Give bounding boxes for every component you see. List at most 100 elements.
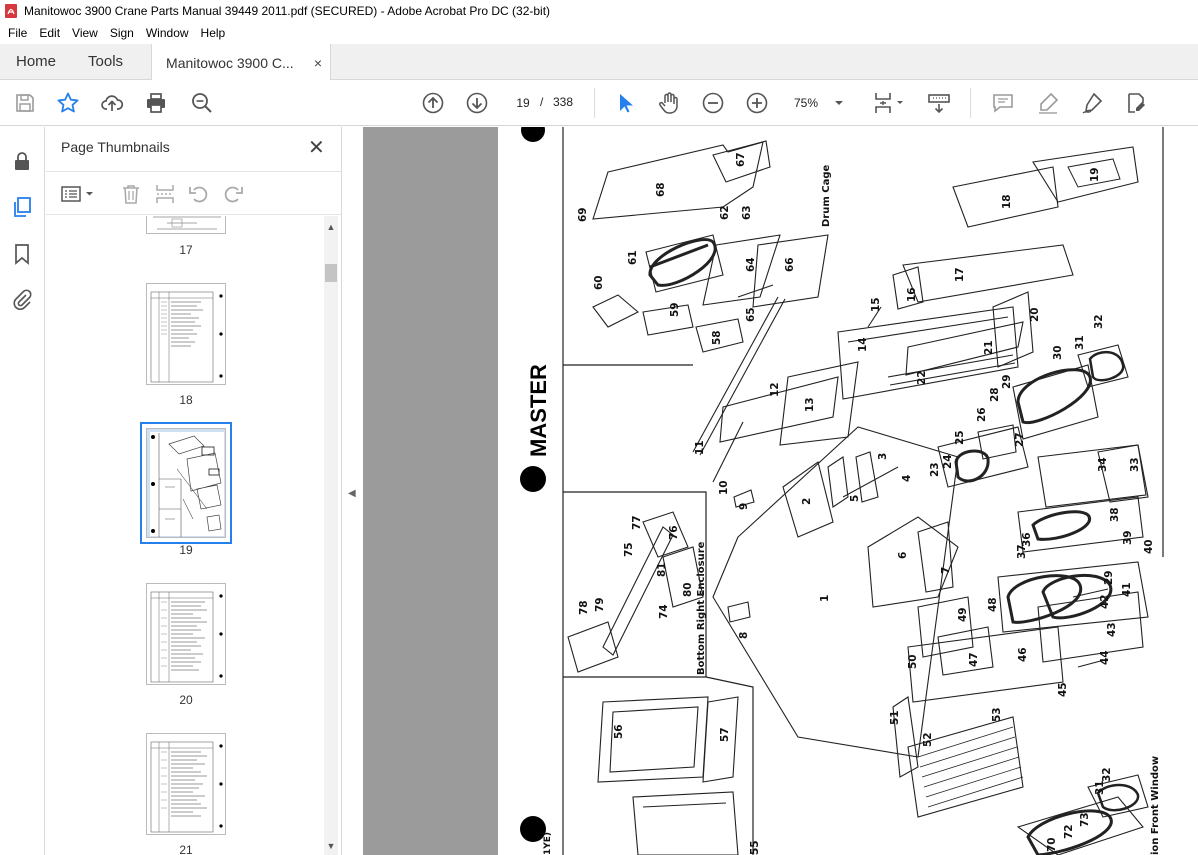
part-number-callout: 18	[1001, 194, 1013, 209]
part-number-callout: 3	[877, 453, 889, 460]
thumbnail-options-menu[interactable]	[60, 182, 96, 206]
part-number-callout: 28	[989, 387, 1001, 402]
thumbnail-toolbar	[46, 171, 342, 215]
part-number-callout: 30	[1052, 345, 1064, 360]
panel-title: Page Thumbnails	[61, 139, 170, 155]
part-number-callout: 43	[1106, 622, 1118, 637]
menu-edit[interactable]: Edit	[33, 26, 66, 40]
thumbnail-scrollbar[interactable]: ▲ ▼	[324, 216, 338, 855]
part-number-callout: 67	[735, 152, 747, 167]
part-number-callout: 52	[922, 732, 934, 747]
document-view[interactable]: MASTER Drum Cage Bottom Right Enclosure …	[363, 127, 1198, 855]
part-number-callout: 47	[968, 652, 980, 667]
part-number-callout: 68	[655, 182, 667, 197]
rotate-counterclockwise-icon[interactable]	[187, 182, 211, 206]
pdf-page: MASTER Drum Cage Bottom Right Enclosure …	[498, 127, 1198, 855]
part-number-callout: 50	[907, 654, 919, 669]
sign-pen-icon[interactable]	[1080, 91, 1104, 115]
hand-pan-icon[interactable]	[657, 91, 681, 115]
part-number-callout: 24	[942, 454, 954, 469]
left-navigation-rail	[0, 127, 45, 855]
toolbar-divider	[970, 88, 971, 118]
zoom-level-select[interactable]: 75%	[788, 92, 850, 114]
part-number-callout: 79	[594, 597, 606, 612]
part-number-callout: 63	[741, 205, 753, 220]
part-number-callout: 12	[769, 382, 781, 397]
page-thumbnail[interactable]	[146, 583, 226, 685]
tab-home[interactable]: Home	[0, 44, 72, 79]
menu-view[interactable]: View	[66, 26, 104, 40]
rotate-clockwise-icon[interactable]	[221, 182, 245, 206]
page-thumbnail-selected[interactable]	[140, 422, 232, 544]
delete-trash-icon[interactable]	[119, 182, 143, 206]
page-thumbnail[interactable]	[146, 733, 226, 835]
part-number-callout: 26	[976, 407, 988, 422]
thumbnail-label: 20	[179, 693, 193, 707]
part-number-callout: 44	[1099, 650, 1111, 665]
highlight-pen-icon[interactable]	[1036, 91, 1060, 115]
part-number-callout: 51	[889, 710, 901, 725]
part-number-callout: 34	[1097, 457, 1109, 472]
fill-sign-icon[interactable]	[1124, 91, 1148, 115]
page-total: 338	[553, 95, 574, 109]
insert-pages-icon[interactable]	[153, 182, 177, 206]
part-number-callout: 42	[1099, 594, 1111, 609]
scrollbar-thumb[interactable]	[325, 264, 337, 282]
page-thumbnail[interactable]	[146, 283, 226, 385]
part-number-callout: 76	[668, 525, 680, 540]
part-number-callout: 23	[929, 462, 941, 477]
menu-file[interactable]: File	[2, 26, 33, 40]
part-number-callout: 70	[1046, 837, 1058, 852]
menu-window[interactable]: Window	[140, 26, 195, 40]
part-number-callout: 40	[1143, 539, 1155, 554]
part-number-callout: 29	[1103, 570, 1115, 585]
part-number-callout: 75	[623, 542, 635, 557]
save-icon[interactable]	[13, 91, 37, 115]
part-number-callout: 13	[804, 397, 816, 412]
page-fit-icon[interactable]	[872, 91, 906, 115]
part-number-callout: 59	[669, 302, 681, 317]
panel-close-icon[interactable]: ✕	[308, 135, 325, 160]
menu-help[interactable]: Help	[195, 26, 232, 40]
page-number-input[interactable]	[508, 92, 538, 114]
lock-icon[interactable]	[10, 149, 34, 173]
toolbar-divider	[594, 88, 595, 118]
tab-bar: Home Tools Manitowoc 3900 C... ×	[0, 44, 1198, 81]
scroll-down-arrow[interactable]: ▼	[326, 841, 336, 851]
part-number-callout: 69	[577, 207, 589, 222]
section-label-drum-cage: Drum Cage	[821, 165, 832, 227]
part-number-callout: 57	[719, 727, 731, 742]
collapse-panel-arrow[interactable]: ◀	[348, 488, 356, 499]
thumbnail-label: 21	[179, 843, 193, 855]
zoom-in-icon[interactable]	[745, 91, 769, 115]
previous-page-icon[interactable]	[421, 91, 445, 115]
main-toolbar: / 338 75%	[0, 80, 1198, 126]
thumbnail-label: 19	[179, 543, 193, 557]
part-number-callout: 22	[916, 370, 928, 385]
print-icon[interactable]	[144, 91, 168, 115]
comment-icon[interactable]	[991, 91, 1015, 115]
part-number-callout: 32	[1101, 767, 1113, 782]
menu-sign[interactable]: Sign	[104, 26, 140, 40]
next-page-icon[interactable]	[465, 91, 489, 115]
part-number-callout: 25	[954, 430, 966, 445]
select-cursor-icon[interactable]	[613, 91, 637, 115]
page-thumbnail[interactable]	[146, 216, 226, 234]
tab-document[interactable]: Manitowoc 3900 C... ×	[151, 44, 332, 81]
part-number-callout: 39	[1122, 530, 1134, 545]
scroll-up-arrow[interactable]: ▲	[326, 222, 336, 232]
bookmarks-icon[interactable]	[10, 242, 34, 266]
part-number-callout: 78	[578, 600, 590, 615]
tab-tools[interactable]: Tools	[72, 44, 139, 79]
page-thumbnails-icon[interactable]	[10, 195, 34, 219]
scroll-mode-icon[interactable]	[927, 91, 951, 115]
zoom-search-icon[interactable]	[190, 91, 214, 115]
zoom-out-icon[interactable]	[701, 91, 725, 115]
bookmark-star-icon[interactable]	[56, 91, 80, 115]
part-number-callout: 8	[738, 632, 750, 639]
share-upload-icon[interactable]	[100, 91, 124, 115]
part-number-callout: 2	[801, 498, 813, 505]
attachments-paperclip-icon[interactable]	[10, 287, 34, 311]
tab-close-icon[interactable]: ×	[314, 55, 322, 71]
section-label-front-window: ion Front Window	[1150, 756, 1161, 855]
